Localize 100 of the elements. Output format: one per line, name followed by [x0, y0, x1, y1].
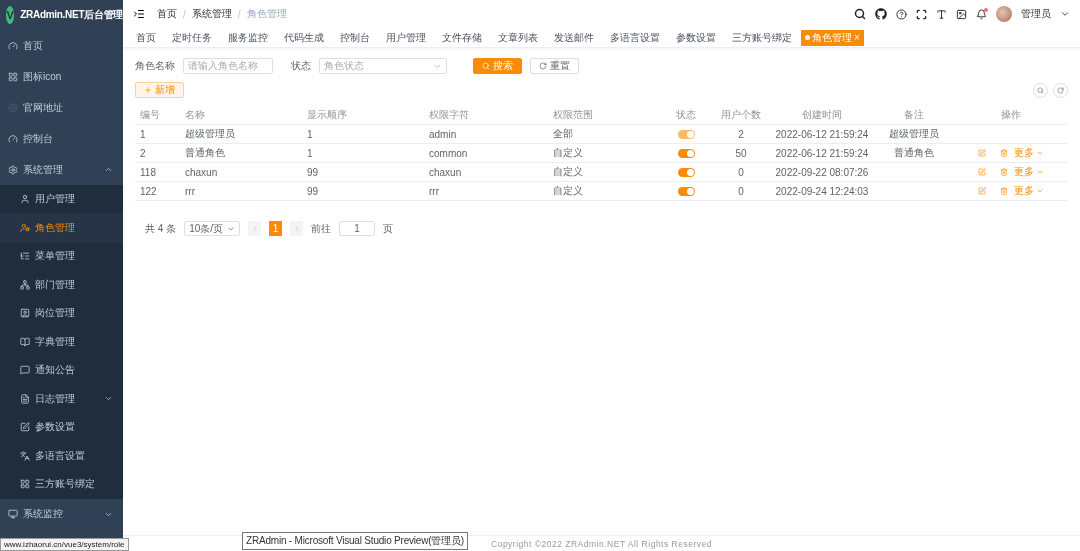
breadcrumb-item[interactable]: 首页 [157, 7, 177, 21]
table-cell: 普通角色 [874, 144, 954, 163]
fullscreen-icon[interactable] [916, 8, 927, 20]
image-icon[interactable] [956, 8, 967, 20]
edit-icon[interactable] [978, 187, 986, 195]
menu-item[interactable]: 首页 [0, 30, 123, 61]
table-cell: 自定义 [548, 163, 660, 182]
table-cell: chaxun [424, 163, 548, 182]
menu-item[interactable]: 日志管理 [0, 384, 123, 413]
column-header: 显示顺序 [302, 106, 424, 125]
table-cell: 122 [135, 182, 180, 201]
table-cell: 1 [302, 125, 424, 144]
search-button[interactable] [1033, 82, 1048, 98]
breadcrumb-item: 角色管理 [246, 7, 287, 21]
menu-item[interactable]: 多语言设置 [0, 441, 123, 470]
table-cell: rrr [424, 182, 548, 201]
table-cell: 超级管理员 [180, 125, 302, 144]
languages-icon [20, 450, 30, 461]
browser-status-url: www.izhaorui.cn/vue3/system/role [0, 538, 129, 551]
field-label: 状态 [291, 59, 311, 73]
id-card-icon [20, 308, 30, 319]
menu-item[interactable]: 官网地址 [0, 92, 123, 123]
menu-icon[interactable] [133, 8, 145, 20]
tab[interactable]: 定时任务 [165, 29, 219, 46]
tab[interactable]: 多语言设置 [603, 29, 667, 46]
breadcrumb-item[interactable]: 系统管理 [191, 7, 232, 21]
delete-icon[interactable] [1000, 149, 1008, 157]
grid-icon [8, 71, 18, 82]
list-tree-icon [20, 251, 30, 262]
menu-item[interactable]: 控制台 [0, 123, 123, 154]
status-switch[interactable] [677, 167, 695, 177]
tab[interactable]: 三方账号绑定 [725, 29, 799, 46]
table-cell: 自定义 [548, 182, 660, 201]
menu-item[interactable]: 系统管理 [0, 154, 123, 185]
table-cell: 2022-09-22 08:07:26 [770, 163, 874, 182]
tab[interactable]: 文件存储 [435, 29, 489, 46]
message-icon [20, 365, 30, 376]
reset-button[interactable]: 重置 [530, 58, 579, 74]
menu-item[interactable]: 通知公告 [0, 356, 123, 385]
avatar[interactable] [996, 6, 1012, 22]
help-icon[interactable] [896, 8, 907, 20]
table-cell: 超级管理员 [874, 125, 954, 144]
page-input[interactable]: 1 [339, 221, 376, 236]
user-gear-icon [20, 222, 30, 233]
monitor-icon [8, 509, 18, 519]
table-cell: 0 [712, 163, 770, 182]
book-icon [20, 336, 30, 347]
menu-item[interactable]: 菜单管理 [0, 242, 123, 271]
menu-item[interactable]: 字典管理 [0, 327, 123, 356]
table-cell: 2022-06-12 21:59:24 [770, 144, 874, 163]
tab[interactable]: 控制台 [333, 29, 377, 46]
refresh-icon [1057, 86, 1064, 94]
tab[interactable]: 代码生成 [277, 29, 331, 46]
table-cell: common [424, 144, 548, 163]
edit-icon[interactable] [978, 168, 986, 176]
column-header: 创建时间 [770, 106, 874, 125]
tab[interactable]: 参数设置 [669, 29, 723, 46]
menu-item[interactable]: 岗位管理 [0, 299, 123, 328]
search-icon[interactable] [854, 8, 866, 20]
delete-icon[interactable] [1000, 187, 1008, 195]
tab[interactable]: 服务监控 [221, 29, 275, 46]
refresh-button[interactable] [1053, 82, 1068, 98]
menu-item[interactable]: 用户管理 [0, 185, 123, 214]
network-icon [20, 279, 30, 290]
table-cell: 自定义 [548, 144, 660, 163]
tab[interactable]: 文章列表 [491, 29, 545, 46]
status-switch[interactable] [677, 148, 695, 158]
github-icon[interactable] [875, 8, 887, 20]
menu-item[interactable]: 图标icon [0, 61, 123, 92]
menu-item[interactable]: 参数设置 [0, 413, 123, 442]
chevron-down-icon [1036, 168, 1044, 176]
user-name[interactable]: 管理员 [1021, 7, 1051, 21]
table-cell: 全部 [548, 125, 660, 144]
chevron-down-icon[interactable] [1060, 9, 1070, 19]
document-icon [20, 393, 30, 404]
app-title: ZRAdmin.NET后台管理 [20, 8, 123, 22]
menu-item[interactable]: 部门管理 [0, 270, 123, 299]
table-cell: chaxun [180, 163, 302, 182]
logo: V [6, 6, 15, 24]
bell-icon[interactable] [976, 8, 987, 20]
column-header: 用户个数 [712, 106, 770, 125]
breadcrumb-separator: / [183, 8, 186, 20]
column-header: 状态 [660, 106, 712, 125]
table-cell: 99 [302, 163, 424, 182]
edit-icon[interactable] [978, 149, 986, 157]
page-size-select[interactable]: 10条/页 [184, 221, 241, 236]
table-cell: admin [424, 125, 548, 144]
tab[interactable]: 用户管理 [379, 29, 433, 46]
user-icon [20, 194, 30, 205]
chevron-up-icon [104, 165, 113, 174]
tab[interactable]: 发送邮件 [547, 29, 601, 46]
search-icon [482, 62, 490, 70]
tab[interactable]: 首页 [129, 29, 163, 46]
menu-item[interactable]: 系统监控 [0, 498, 123, 530]
status-switch[interactable] [677, 186, 695, 196]
menu-item[interactable]: 三方账号绑定 [0, 470, 123, 499]
delete-icon[interactable] [1000, 168, 1008, 176]
font-size-icon[interactable] [936, 8, 947, 20]
menu-item[interactable]: 角色管理 [0, 213, 123, 242]
table-cell: 2 [135, 144, 180, 163]
